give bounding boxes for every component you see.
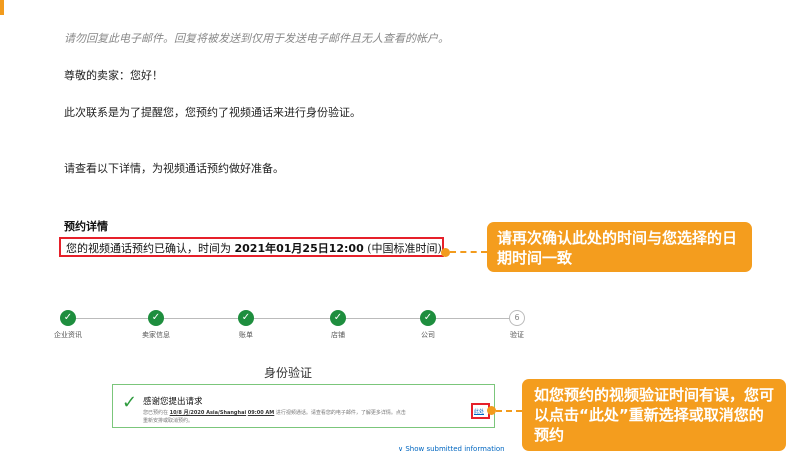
body-line-2: 重新安排或取消预约。 [143,418,194,424]
greeting: 尊敬的卖家：您好！ [64,69,163,82]
thanks-body: 您已预约在 10/8 月/2020 Asia/Shanghai 09:00 AM… [143,409,488,425]
check-time-callout: 请再次确认此处的时间与您选择的日期时间一致 [487,222,752,272]
body-prefix: 您已预约在 [143,410,170,416]
step-check-icon: ✓ [238,310,254,326]
step-label: 公司 [421,331,435,339]
step-label: 企业资讯 [54,331,82,339]
thanks-title: 感谢您提出请求 [143,397,203,407]
callout-1-connector [450,251,487,253]
reschedule-callout: 如您预约的视频验证时间有误，您可以点击“此处”重新选择或取消您的预约 [522,379,786,451]
step-number-badge: 6 [509,310,525,326]
success-check-icon: ✓ [122,392,138,413]
prepare-text: 请查看以下详情，为视频通话预约做好准备。 [64,162,284,175]
verification-title: 身份验证 [264,366,313,380]
step-check-icon: ✓ [420,310,436,326]
step-label: 卖家信息 [142,331,170,339]
step-check-icon: ✓ [330,310,346,326]
body-suffix: 进行视频通话。请查看您的电子邮件，了解更多详情。点击 [274,410,406,416]
step-check-icon: ✓ [60,310,76,326]
body-time: 09:00 AM [247,410,275,416]
reminder-text: 此次联系是为了提醒您，您预约了视频通话来进行身份验证。 [64,106,361,119]
confirm-date: 2021年01月25日12:00 [234,242,364,255]
body-date: 10/8 月/2020 Asia/Shanghai [169,410,247,416]
no-reply-note: 请勿回复此电子邮件。回复将被发送到仅用于发送电子邮件且无人查看的帐户。 [64,32,449,45]
confirm-prefix: 您的视频通话预约已确认，时间为 [66,242,235,255]
callout-2-anchor-dot [487,406,496,415]
corner-accent-bar [0,0,4,15]
appointment-confirmation: 您的视频通话预约已确认，时间为 2021年01月25日12:00 (中国标准时间… [66,240,453,256]
step-label: 店铺 [331,331,345,339]
callout-2-connector [496,410,522,412]
callout-1-anchor-dot [441,248,450,257]
progress-track [70,318,515,319]
here-link[interactable]: 此处 [474,408,484,415]
appointment-details-title: 预约详情 [64,220,108,233]
confirm-suffix: (中国标准时间)。 [363,242,453,255]
step-label: 验证 [510,331,524,339]
step-check-icon: ✓ [148,310,164,326]
show-submitted-info-link[interactable]: ∨ Show submitted information [398,445,505,453]
step-label: 账单 [239,331,253,339]
